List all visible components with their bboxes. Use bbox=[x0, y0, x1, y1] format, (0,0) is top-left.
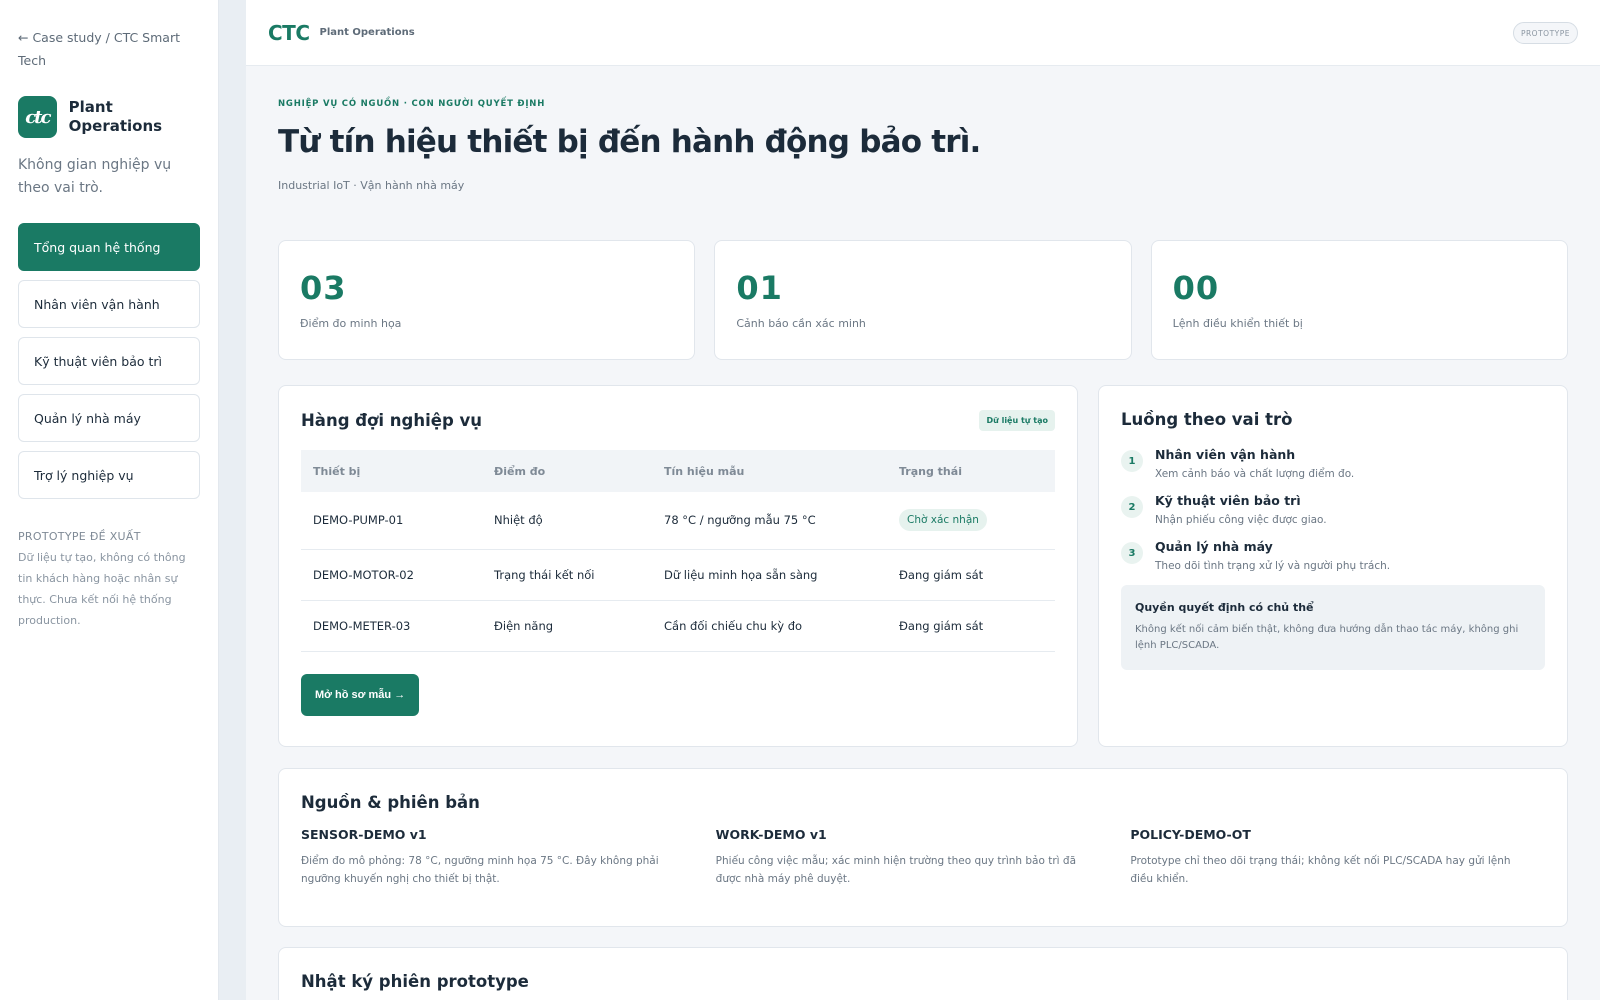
cell-status: Đang giám sát bbox=[887, 549, 1055, 601]
source-title: POLICY-DEMO-OT bbox=[1130, 827, 1251, 842]
sidebar-item-technician[interactable]: Kỹ thuật viên bảo trì bbox=[18, 337, 200, 385]
cell-signal: 78 °C / ngưỡng mẫu 75 °C bbox=[652, 492, 887, 550]
ctc-logo-icon: ctc bbox=[18, 96, 57, 138]
brand-tagline: Không gian nghiệp vụ theo vai trò. bbox=[18, 157, 172, 196]
status-badge: Chờ xác nhận bbox=[899, 509, 987, 532]
stats-row: 03 Điểm đo minh họa 01 Cảnh báo cần xác … bbox=[278, 240, 1568, 360]
source-item: SENSOR-DEMO v1 Điểm đo mô phỏng: 78 °C, … bbox=[301, 827, 716, 888]
top-subtitle: Plant Operations bbox=[319, 27, 415, 38]
source-title: SENSOR-DEMO v1 bbox=[301, 827, 427, 842]
step-title: Nhân viên vận hành bbox=[1155, 447, 1296, 462]
brand: ctc Plant Operations bbox=[18, 96, 200, 138]
sources-grid: SENSOR-DEMO v1 Điểm đo mô phỏng: 78 °C, … bbox=[301, 827, 1545, 888]
work-queue-card: Hàng đợi nghiệp vụ Dữ liệu tự tạo Thiết … bbox=[278, 385, 1078, 747]
step-desc: Theo dõi tình trạng xử lý và người phụ t… bbox=[1155, 560, 1391, 572]
cell-status: Chờ xác nhận bbox=[887, 492, 1055, 550]
prototype-note: Dữ liệu tự tạo, không có thông tin khách… bbox=[18, 551, 186, 627]
decision-authority-box: Quyền quyết định có chủ thể Không kết nố… bbox=[1121, 585, 1545, 670]
cell-point: Nhiệt độ bbox=[482, 492, 652, 550]
source-desc: Phiếu công việc mẫu; xác minh hiện trườn… bbox=[715, 855, 1077, 885]
cell-device: DEMO-MOTOR-02 bbox=[301, 549, 482, 601]
source-title: WORK-DEMO v1 bbox=[715, 827, 827, 842]
role-flow-card: Luồng theo vai trò 1 Nhân viên vận hành … bbox=[1098, 385, 1568, 747]
sidebar: ← Case study / CTC Smart Tech ctc Plant … bbox=[0, 0, 219, 1000]
flow-step: 3 Quản lý nhà máy Theo dõi tình trạng xử… bbox=[1121, 539, 1545, 572]
sidebar-item-manager[interactable]: Quản lý nhà máy bbox=[18, 394, 200, 442]
cell-device: DEMO-METER-03 bbox=[301, 600, 482, 652]
sidebar-item-operator[interactable]: Nhân viên vận hành bbox=[18, 280, 200, 328]
queue-title: Hàng đợi nghiệp vụ bbox=[301, 411, 483, 430]
stat-value: 03 bbox=[300, 269, 347, 307]
open-sample-record-button[interactable]: Mở hồ sơ mẫu → bbox=[301, 673, 420, 716]
source-desc: Điểm đo mô phỏng: 78 °C, ngưỡng minh họa… bbox=[301, 855, 659, 885]
table-row[interactable]: DEMO-MOTOR-02 Trạng thái kết nối Dữ liệu… bbox=[301, 549, 1055, 601]
col-device: Thiết bị bbox=[313, 464, 361, 478]
step-number: 2 bbox=[1121, 496, 1143, 518]
page-subtitle: Industrial IoT · Vận hành nhà máy bbox=[278, 179, 465, 192]
step-number: 3 bbox=[1121, 542, 1143, 564]
back-link[interactable]: ← Case study / CTC Smart Tech bbox=[18, 26, 188, 72]
cell-point: Điện năng bbox=[482, 600, 652, 652]
top-logo[interactable]: CTC bbox=[268, 21, 310, 45]
stat-value: 01 bbox=[736, 269, 783, 307]
step-desc: Xem cảnh báo và chất lượng điểm đo. bbox=[1155, 468, 1355, 480]
stat-card-commands: 00 Lệnh điều khiển thiết bị bbox=[1150, 240, 1568, 360]
prototype-title: PROTOTYPE ĐỀ XUẤT bbox=[18, 530, 141, 543]
synthetic-data-tag: Dữ liệu tự tạo bbox=[979, 410, 1055, 431]
stat-card-alerts: 01 Cảnh báo cần xác minh bbox=[714, 240, 1132, 360]
page-eyebrow: NGHIỆP VỤ CÓ NGUỒN · CON NGƯỜI QUYẾT ĐỊN… bbox=[278, 99, 546, 109]
sources-title: Nguồn & phiên bản bbox=[301, 793, 480, 812]
flow-title: Luồng theo vai trò bbox=[1121, 410, 1293, 429]
cell-status: Đang giám sát bbox=[887, 600, 1055, 652]
table-header-row: Thiết bị Điểm đo Tín hiệu mẫu Trạng thái bbox=[301, 450, 1055, 492]
col-point: Điểm đo bbox=[494, 464, 546, 478]
step-number: 1 bbox=[1121, 450, 1143, 472]
stat-value: 00 bbox=[1172, 269, 1220, 307]
sidebar-item-overview[interactable]: Tổng quan hệ thống bbox=[18, 223, 200, 271]
brand-name: Plant Operations bbox=[68, 98, 163, 135]
step-desc: Nhận phiếu công việc được giao. bbox=[1155, 514, 1327, 526]
sources-card: Nguồn & phiên bản SENSOR-DEMO v1 Điểm đo… bbox=[278, 768, 1568, 927]
stat-label: Điểm đo minh họa bbox=[300, 317, 402, 330]
col-signal: Tín hiệu mẫu bbox=[664, 464, 745, 478]
flow-steps: 1 Nhân viên vận hành Xem cảnh báo và chấ… bbox=[1121, 447, 1545, 572]
prototype-badge: PROTOTYPE bbox=[1512, 22, 1578, 44]
cell-point: Trạng thái kết nối bbox=[482, 549, 652, 601]
decision-desc: Không kết nối cảm biến thật, không đưa h… bbox=[1135, 624, 1519, 651]
cell-signal: Dữ liệu minh họa sẵn sàng bbox=[652, 549, 887, 601]
table-row[interactable]: DEMO-PUMP-01 Nhiệt độ 78 °C / ngưỡng mẫu… bbox=[301, 492, 1055, 550]
cell-signal: Cần đối chiếu chu kỳ đo bbox=[652, 600, 887, 652]
log-title: Nhật ký phiên prototype bbox=[301, 972, 529, 991]
cell-device: DEMO-PUMP-01 bbox=[301, 492, 482, 550]
queue-header: Hàng đợi nghiệp vụ Dữ liệu tự tạo bbox=[301, 410, 1055, 431]
flow-step: 1 Nhân viên vận hành Xem cảnh báo và chấ… bbox=[1121, 447, 1545, 480]
col-status: Trạng thái bbox=[899, 464, 962, 478]
sidebar-nav: Tổng quan hệ thống Nhân viên vận hành Kỹ… bbox=[18, 223, 200, 499]
sidebar-divider bbox=[219, 0, 246, 1000]
table-row[interactable]: DEMO-METER-03 Điện năng Cần đối chiếu ch… bbox=[301, 600, 1055, 652]
flow-step: 2 Kỹ thuật viên bảo trì Nhận phiếu công … bbox=[1121, 493, 1545, 526]
topbar: CTC Plant Operations PROTOTYPE bbox=[246, 0, 1600, 66]
stat-card-points: 03 Điểm đo minh họa bbox=[278, 240, 696, 360]
page-title: Từ tín hiệu thiết bị đến hành động bảo t… bbox=[278, 124, 981, 160]
step-title: Kỹ thuật viên bảo trì bbox=[1155, 493, 1301, 508]
decision-title: Quyền quyết định có chủ thể bbox=[1135, 601, 1314, 614]
queue-table: Thiết bị Điểm đo Tín hiệu mẫu Trạng thái… bbox=[301, 450, 1055, 652]
source-desc: Prototype chỉ theo dõi trạng thái; không… bbox=[1130, 855, 1511, 885]
session-log-card: Nhật ký phiên prototype bbox=[278, 947, 1568, 1000]
sidebar-item-assistant[interactable]: Trợ lý nghiệp vụ bbox=[18, 451, 200, 499]
source-item: WORK-DEMO v1 Phiếu công việc mẫu; xác mi… bbox=[716, 827, 1131, 888]
source-item: POLICY-DEMO-OT Prototype chỉ theo dõi tr… bbox=[1130, 827, 1545, 888]
stat-label: Cảnh báo cần xác minh bbox=[736, 317, 866, 330]
stat-label: Lệnh điều khiển thiết bị bbox=[1172, 317, 1303, 330]
step-title: Quản lý nhà máy bbox=[1155, 539, 1273, 554]
